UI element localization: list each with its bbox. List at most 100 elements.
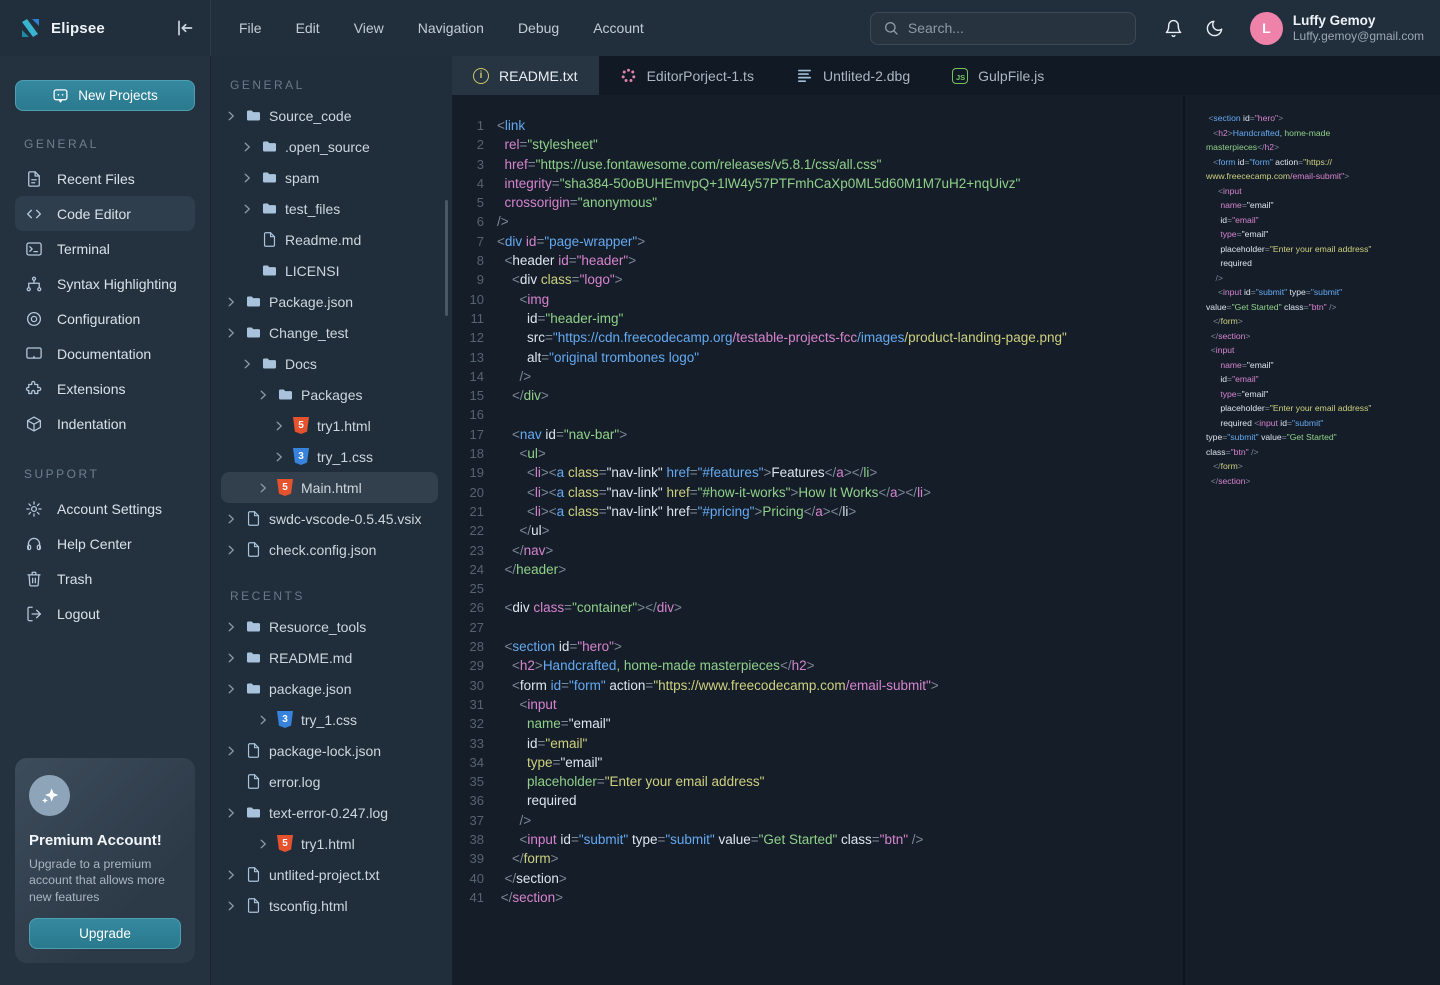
sidebar-item-help-center[interactable]: Help Center	[15, 526, 195, 561]
chevron-right-icon[interactable]	[257, 482, 269, 494]
code-line[interactable]: 14 />	[452, 367, 1183, 386]
menu-item-account[interactable]: Account	[593, 20, 644, 36]
code-line[interactable]: 21 <li><a class="nav-link" href="#pricin…	[452, 502, 1183, 521]
sidebar-item-recent-files[interactable]: Recent Files	[15, 161, 195, 196]
chevron-right-icon[interactable]	[257, 389, 269, 401]
sidebar-item-code-editor[interactable]: Code Editor	[15, 196, 195, 231]
tree-item-try_1.css[interactable]: 3try_1.css	[221, 704, 438, 735]
tree-item-docs[interactable]: Docs	[221, 348, 438, 379]
code-line[interactable]: 7<div id="page-wrapper">	[452, 232, 1183, 251]
code-line[interactable]: 17 <nav id="nav-bar">	[452, 425, 1183, 444]
tree-item-spam[interactable]: spam	[221, 162, 438, 193]
menu-item-edit[interactable]: Edit	[296, 20, 320, 36]
code-line[interactable]: 25	[452, 579, 1183, 598]
tree-item-resuorce_tools[interactable]: Resuorce_tools	[221, 611, 438, 642]
code-line[interactable]: 8 <header id="header">	[452, 251, 1183, 270]
tree-item-try_1.css[interactable]: 3try_1.css	[221, 441, 438, 472]
user-profile[interactable]: L Luffy Gemoy Luffy.gemoy@gmail.com	[1250, 12, 1424, 45]
code-line[interactable]: 5 crossorigin="anonymous"	[452, 193, 1183, 212]
dark-mode-moon-icon[interactable]	[1205, 19, 1224, 38]
tree-item-check.config.json[interactable]: check.config.json	[221, 534, 438, 565]
tree-item-readme.md[interactable]: README.md	[221, 642, 438, 673]
chevron-right-icon[interactable]	[225, 807, 237, 819]
tab-editorporject-1.ts[interactable]: EditorPorject-1.ts	[599, 56, 775, 95]
chevron-right-icon[interactable]	[241, 141, 253, 153]
code-line[interactable]: 13 alt="original trombones logo"	[452, 348, 1183, 367]
new-projects-button[interactable]: New Projects	[15, 80, 195, 111]
code-line[interactable]: 20 <li><a class="nav-link" href="#how-it…	[452, 483, 1183, 502]
sidebar-item-configuration[interactable]: Configuration	[15, 301, 195, 336]
chevron-right-icon[interactable]	[225, 110, 237, 122]
chevron-right-icon[interactable]	[241, 358, 253, 370]
code-line[interactable]: 41 </section>	[452, 888, 1183, 907]
tree-item-error.log[interactable]: error.log	[221, 766, 438, 797]
sidebar-item-trash[interactable]: Trash	[15, 561, 195, 596]
code-line[interactable]: 29 <h2>Handcrafted, home-made masterpiec…	[452, 656, 1183, 675]
code-line[interactable]: 36 required	[452, 791, 1183, 810]
code-line[interactable]: 4 integrity="sha384-50oBUHEmvpQ+1lW4y57P…	[452, 174, 1183, 193]
code-line[interactable]: 15 </div>	[452, 386, 1183, 405]
code-line[interactable]: 2 rel="stylesheet"	[452, 135, 1183, 154]
chevron-right-icon[interactable]	[225, 513, 237, 525]
code-line[interactable]: 1<link	[452, 116, 1183, 135]
tree-item-untlited-project.txt[interactable]: untlited-project.txt	[221, 859, 438, 890]
tree-item-package.json[interactable]: Package.json	[221, 286, 438, 317]
upgrade-button[interactable]: Upgrade	[29, 918, 181, 949]
code-line[interactable]: 37 />	[452, 811, 1183, 830]
tree-item-try1.html[interactable]: 5try1.html	[221, 410, 438, 441]
code-line[interactable]: 40 </section>	[452, 869, 1183, 888]
tree-item-readme.md[interactable]: Readme.md	[221, 224, 438, 255]
chevron-right-icon[interactable]	[241, 203, 253, 215]
tree-item-package.json[interactable]: package.json	[221, 673, 438, 704]
menu-item-debug[interactable]: Debug	[518, 20, 559, 36]
tab-readme.txt[interactable]: iREADME.txt	[452, 56, 599, 95]
file-explorer-scrollbar[interactable]	[445, 200, 448, 316]
tree-item-.open_source[interactable]: .open_source	[221, 131, 438, 162]
sidebar-item-documentation[interactable]: Documentation	[15, 336, 195, 371]
chevron-right-icon[interactable]	[273, 420, 285, 432]
chevron-right-icon[interactable]	[225, 869, 237, 881]
code-line[interactable]: 18 <ul>	[452, 444, 1183, 463]
code-line[interactable]: 30 <form id="form" action="https://www.f…	[452, 676, 1183, 695]
tree-item-tsconfig.html[interactable]: tsconfig.html	[221, 890, 438, 921]
tree-item-packages[interactable]: Packages	[221, 379, 438, 410]
avatar[interactable]: L	[1250, 12, 1283, 45]
sidebar-item-extensions[interactable]: Extensions	[15, 371, 195, 406]
sidebar-item-terminal[interactable]: Terminal	[15, 231, 195, 266]
sidebar-item-logout[interactable]: Logout	[15, 596, 195, 631]
code-line[interactable]: 34 type="email"	[452, 753, 1183, 772]
tree-item-text-error-0.247.log[interactable]: text-error-0.247.log	[221, 797, 438, 828]
code-line[interactable]: 12 src="https://cdn.freecodecamp.org/tes…	[452, 328, 1183, 347]
chevron-right-icon[interactable]	[241, 172, 253, 184]
code-line[interactable]: 6/>	[452, 212, 1183, 231]
chevron-right-icon[interactable]	[225, 544, 237, 556]
tree-item-source_code[interactable]: Source_code	[221, 100, 438, 131]
code-line[interactable]: 23 </nav>	[452, 541, 1183, 560]
sidebar-item-syntax-highlighting[interactable]: Syntax Highlighting	[15, 266, 195, 301]
code-line[interactable]: 10 <img	[452, 290, 1183, 309]
code-editor-pane[interactable]: 1<link2 rel="stylesheet"3 href="https://…	[452, 95, 1183, 985]
chevron-right-icon[interactable]	[225, 296, 237, 308]
code-line[interactable]: 19 <li><a class="nav-link" href="#featur…	[452, 463, 1183, 482]
tree-item-package-lock.json[interactable]: package-lock.json	[221, 735, 438, 766]
code-line[interactable]: 11 id="header-img"	[452, 309, 1183, 328]
chevron-right-icon[interactable]	[257, 714, 269, 726]
code-line[interactable]: 9 <div class="logo">	[452, 270, 1183, 289]
code-line[interactable]: 28 <section id="hero">	[452, 637, 1183, 656]
search-input[interactable]	[908, 20, 1123, 36]
chevron-right-icon[interactable]	[225, 652, 237, 664]
sidebar-item-account-settings[interactable]: Account Settings	[15, 491, 195, 526]
chevron-right-icon[interactable]	[225, 900, 237, 912]
code-line[interactable]: 33 id="email"	[452, 734, 1183, 753]
minimap[interactable]: <section id="hero"> <h2>Handcrafted, hom…	[1183, 95, 1440, 985]
menu-item-file[interactable]: File	[239, 20, 262, 36]
chevron-right-icon[interactable]	[257, 838, 269, 850]
menu-item-view[interactable]: View	[354, 20, 384, 36]
code-line[interactable]: 35 placeholder="Enter your email address…	[452, 772, 1183, 791]
tree-item-swdc-vscode-0.5.45.vsix[interactable]: swdc-vscode-0.5.45.vsix	[221, 503, 438, 534]
code-line[interactable]: 22 </ul>	[452, 521, 1183, 540]
code-line[interactable]: 3 href="https://use.fontawesome.com/rele…	[452, 155, 1183, 174]
tree-item-try1.html[interactable]: 5try1.html	[221, 828, 438, 859]
notifications-bell-icon[interactable]	[1164, 19, 1183, 38]
chevron-right-icon[interactable]	[225, 745, 237, 757]
